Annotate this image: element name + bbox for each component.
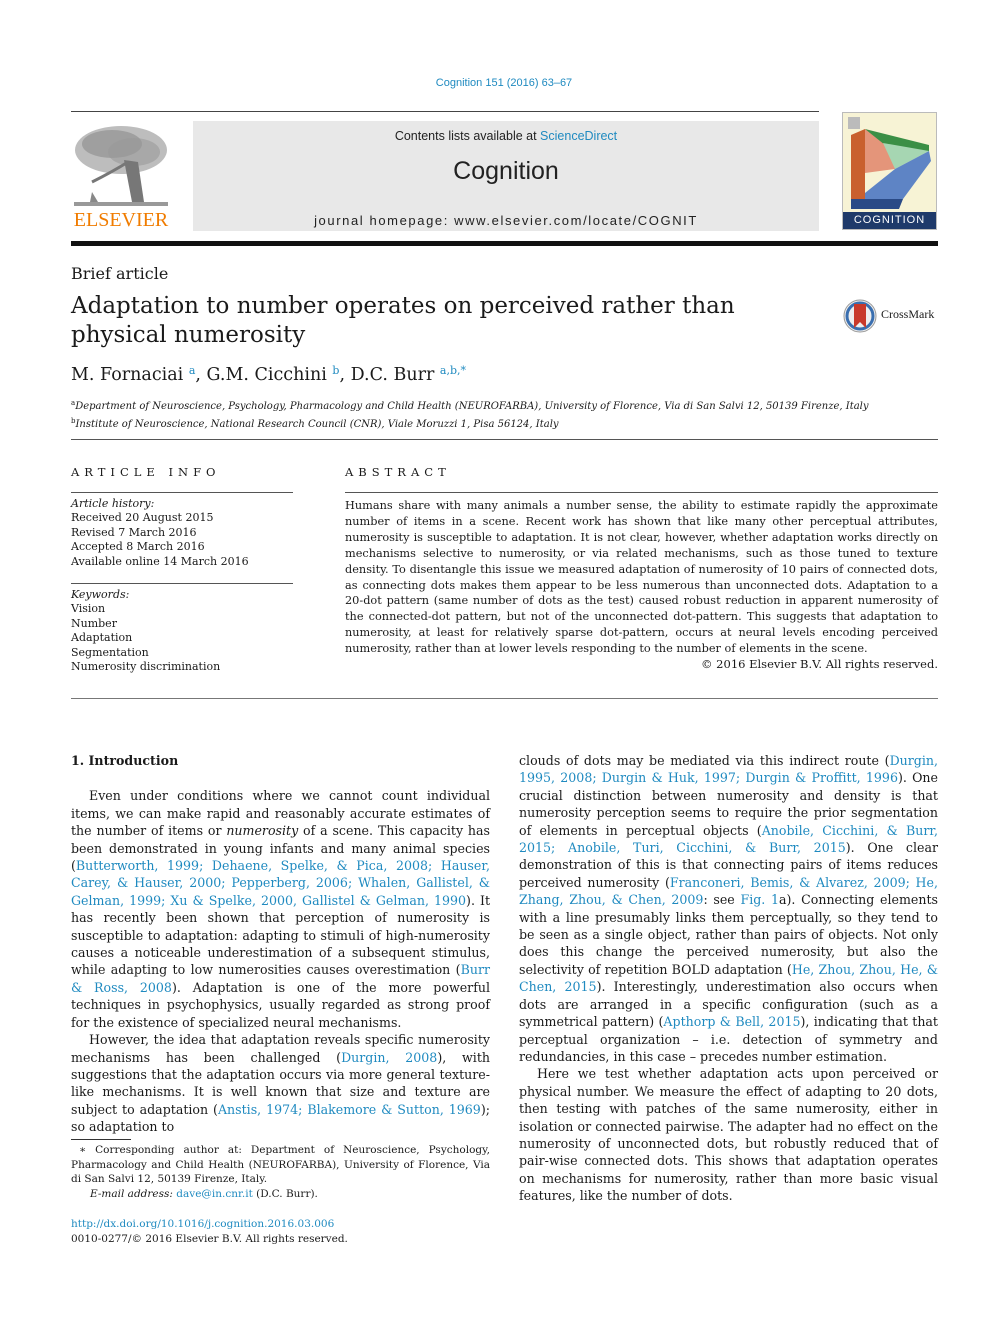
cover-art-icon [848,117,931,209]
history-item: Accepted 8 March 2016 [71,540,205,554]
history-item: Received 20 August 2015 [71,511,214,525]
article-type: Brief article [71,264,169,283]
author-affiliation-mark[interactable]: a,b,* [440,364,466,377]
article-history: Article history: Received 20 August 2015… [71,497,249,569]
journal-citation-link[interactable]: Cognition 151 (2016) 63–67 [0,77,992,89]
keyword-item: Segmentation [71,645,149,659]
section-rule [71,439,938,440]
body-rule [71,698,938,699]
elsevier-tree-icon [74,126,168,206]
affiliation-text: Department of Neuroscience, Psychology, … [75,401,869,412]
history-item: Available online 14 March 2016 [71,554,249,568]
email-link[interactable]: dave@in.cnr.it [176,1188,253,1200]
cover-title: COGNITION [843,212,936,229]
history-item: Revised 7 March 2016 [71,525,197,539]
issn-copyright: 0010-0277/© 2016 Elsevier B.V. All right… [71,1232,348,1245]
doi-block: http://dx.doi.org/10.1016/j.cognition.20… [71,1217,348,1246]
text-run: : see [703,892,741,908]
article-info-rule [71,492,293,493]
text-run: clouds of dots may be mediated via this … [519,753,890,768]
header-thick-rule [71,241,938,246]
paragraph-continued: clouds of dots may be mediated via this … [519,752,938,1065]
keywords-rule [71,583,293,584]
affiliation-item: bInstitute of Neuroscience, National Res… [71,414,869,432]
keyword-item: Vision [71,602,106,616]
abstract-text: Humans share with many animals a number … [345,499,938,656]
footnote-rule [71,1139,131,1140]
journal-homepage-link[interactable]: journal homepage: www.elsevier.com/locat… [193,213,819,228]
author-name[interactable]: D.C. Burr [351,365,435,385]
section-heading: 1. Introduction [71,753,179,768]
citation-link[interactable]: Butterworth, 1999; Dehaene, Spelke, & Pi… [71,858,490,908]
article-title: Adaptation to number operates on perceiv… [71,293,735,348]
affiliation-item: aDepartment of Neuroscience, Psychology,… [71,396,869,414]
citation-link[interactable]: Durgin, 2008 [341,1050,437,1065]
journal-banner: Contents lists available at ScienceDirec… [193,121,819,231]
text-run-emphasis: numerosity [226,823,299,839]
keyword-item: Number [71,616,117,630]
crossmark-button[interactable]: CrossMark [843,298,943,334]
crossmark-label: CrossMark [881,307,935,321]
author-list: M. Fornaciai a, G.M. Cicchini b, D.C. Bu… [71,364,467,385]
paragraph: However, the idea that adaptation reveal… [71,1031,490,1135]
paragraph: Even under conditions where we cannot co… [71,787,490,1031]
email-label: E-mail address: [90,1187,177,1200]
body-column-left: 1. Introduction Even under conditions wh… [71,752,490,1136]
author-affiliation-mark[interactable]: b [332,364,339,377]
header-rule [71,111,819,112]
citation-link[interactable]: Apthorp & Bell, 2015 [663,1014,800,1029]
article-info-heading: ARTICLE INFO [71,465,221,479]
keyword-item: Adaptation [71,631,133,645]
author-name[interactable]: G.M. Cicchini [207,365,327,385]
elsevier-logo[interactable]: ELSEVIER [70,120,172,232]
figure-link[interactable]: Fig. 1 [740,892,779,907]
doi-link[interactable]: http://dx.doi.org/10.1016/j.cognition.20… [71,1217,348,1232]
abstract-heading: ABSTRACT [345,465,451,479]
elsevier-wordmark: ELSEVIER [73,209,169,231]
citation-link[interactable]: Anstis, 1974; Blakemore & Sutton, 1969 [218,1102,481,1117]
author-affiliation-mark[interactable]: a [189,364,196,377]
history-label: Article history: [71,497,155,510]
affiliation-text: Institute of Neuroscience, National Rese… [75,419,559,430]
keywords: Keywords: Vision Number Adaptation Segme… [71,588,220,674]
abstract-rule [345,492,938,493]
journal-name: Cognition [453,157,559,185]
body-column-right: clouds of dots may be mediated via this … [519,752,938,1205]
email-line: E-mail address: dave@in.cnr.it (D.C. Bur… [71,1187,490,1202]
keywords-label: Keywords: [71,588,130,601]
sciencedirect-link[interactable]: ScienceDirect [540,129,617,143]
abstract-copyright: © 2016 Elsevier B.V. All rights reserved… [701,657,938,671]
email-suffix: (D.C. Burr). [252,1187,318,1200]
crossmark-icon [843,299,877,333]
footnote-text: ∗ Corresponding author at: Department of… [71,1144,490,1185]
author-name[interactable]: M. Fornaciai [71,365,183,385]
keyword-item: Numerosity discrimination [71,660,221,674]
journal-cover-thumbnail[interactable]: COGNITION [842,112,937,230]
contents-prefix: Contents lists available at [394,129,541,143]
paragraph: Here we test whether adaptation acts upo… [519,1066,938,1204]
corresponding-author-footnote: ∗ Corresponding author at: Department of… [71,1143,490,1201]
affiliations: aDepartment of Neuroscience, Psychology,… [71,396,869,432]
contents-available-line: Contents lists available at ScienceDirec… [193,129,819,143]
